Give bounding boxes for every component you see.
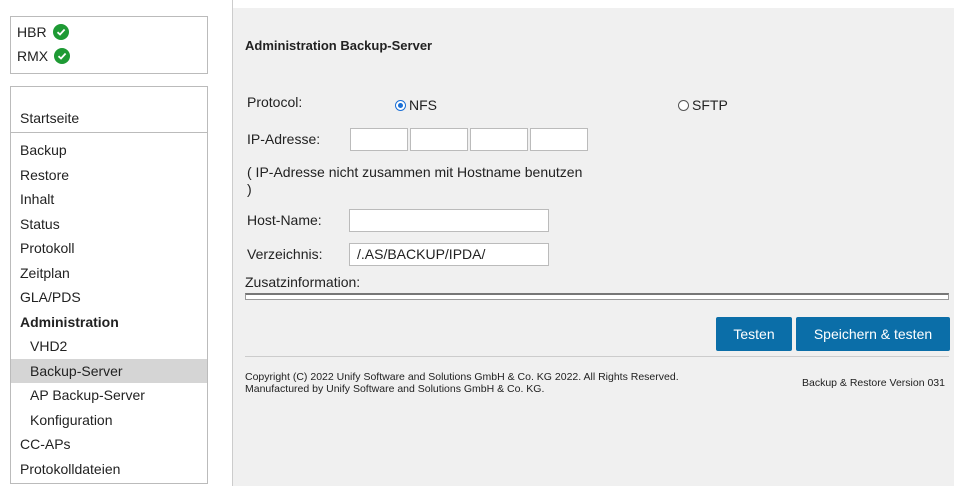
nav-item-vhd2[interactable]: VHD2: [11, 334, 207, 359]
nav-label: Startseite: [20, 110, 80, 126]
nav-item-ap-backup-server[interactable]: AP Backup-Server: [11, 383, 207, 408]
version-label: Backup & Restore Version 031: [801, 377, 945, 389]
radio-nfs[interactable]: NFS: [395, 97, 437, 113]
test-button[interactable]: Testen: [716, 317, 792, 351]
nav-item-restore[interactable]: Restore: [11, 163, 207, 188]
ip-octet-3[interactable]: [470, 128, 528, 151]
footer-divider: [245, 356, 949, 357]
nav-item-startseite[interactable]: Startseite: [11, 87, 207, 133]
ip-octet-4[interactable]: [530, 128, 588, 151]
copyright-line: Manufactured by Unify Software and Solut…: [245, 383, 545, 395]
extra-label: Zusatzinformation:: [245, 274, 361, 290]
ip-note-line: ): [247, 181, 252, 197]
nav-item-status[interactable]: Status: [11, 212, 207, 237]
protocol-label: Protocol:: [247, 94, 303, 110]
status-label: HBR: [17, 24, 47, 40]
radio-selected-icon: [395, 99, 406, 111]
nav-item-cc-aps[interactable]: CC-APs: [11, 432, 207, 457]
nav-item-konfiguration[interactable]: Konfiguration: [11, 408, 207, 433]
radio-unselected-icon: [678, 99, 689, 111]
ip-label: IP-Adresse:: [247, 131, 321, 147]
nav-item-protokoll[interactable]: Protokoll: [11, 236, 207, 261]
dir-label: Verzeichnis:: [247, 246, 323, 262]
radio-sftp[interactable]: SFTP: [678, 97, 728, 113]
page-title: Administration Backup-Server: [245, 38, 433, 53]
nav-item-administration[interactable]: Administration: [11, 310, 207, 335]
host-label: Host-Name:: [247, 212, 322, 228]
status-row-hbr: HBR: [17, 20, 201, 44]
nav-item-backup-server[interactable]: Backup-Server: [11, 358, 207, 383]
radio-label: SFTP: [692, 97, 728, 113]
ip-octet-1[interactable]: [350, 128, 408, 151]
main-panel: Administration Backup-Server Protocol: N…: [233, 8, 954, 486]
check-circle-icon: [54, 48, 71, 64]
status-panel: HBR RMX: [10, 16, 208, 74]
directory-input[interactable]: /.AS/BACKUP/IPDA/: [349, 243, 549, 266]
nav-item-inhalt[interactable]: Inhalt: [11, 187, 207, 212]
nav-item-protokolldateien[interactable]: Protokolldateien: [11, 457, 207, 482]
nav-item-gla-pds[interactable]: GLA/PDS: [11, 285, 207, 310]
ip-note: ( IP-Adresse nicht zusammen mit Hostname…: [247, 164, 582, 198]
radio-label: NFS: [409, 97, 437, 113]
extra-info-field[interactable]: [245, 293, 949, 300]
ip-note-line: ( IP-Adresse nicht zusammen mit Hostname…: [247, 164, 583, 180]
ip-octet-2[interactable]: [410, 128, 468, 151]
nav-item-backup[interactable]: Backup: [11, 138, 207, 163]
host-name-input[interactable]: [349, 209, 549, 232]
save-and-test-button[interactable]: Speichern & testen: [796, 317, 950, 351]
status-row-rmx: RMX: [17, 44, 201, 68]
status-label: RMX: [17, 48, 49, 64]
nav-item-zeitplan[interactable]: Zeitplan: [11, 261, 207, 286]
sidebar-nav: Startseite Backup Restore Inhalt Status …: [10, 86, 208, 484]
copyright-line: Copyright (C) 2022 Unify Software and So…: [245, 371, 679, 383]
copyright: Copyright (C) 2022 Unify Software and So…: [245, 371, 679, 395]
check-circle-icon: [52, 24, 69, 40]
